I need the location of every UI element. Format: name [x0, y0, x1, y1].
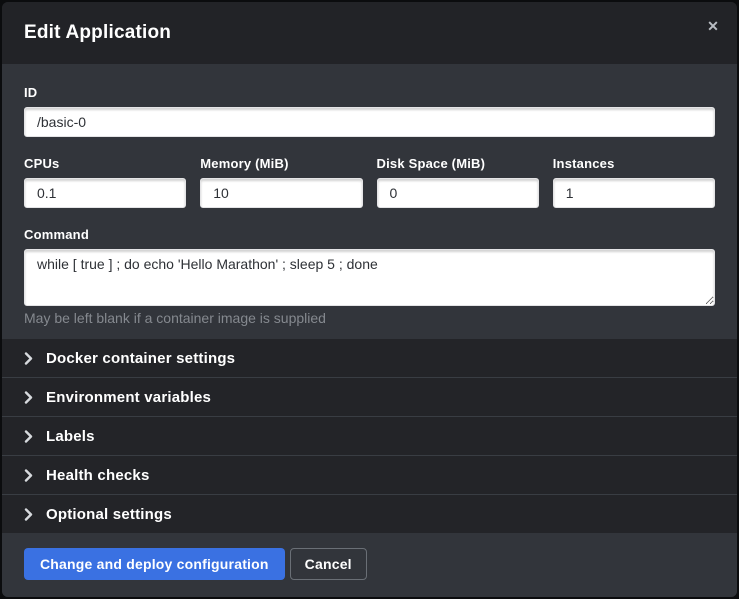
cpus-field-group: CPUs [24, 156, 186, 208]
modal-title: Edit Application [24, 22, 171, 44]
disk-label: Disk Space (MiB) [377, 156, 539, 171]
modal-footer: Change and deploy configuration Cancel [2, 533, 737, 597]
memory-field-group: Memory (MiB) [200, 156, 362, 208]
change-and-deploy-button[interactable]: Change and deploy configuration [24, 548, 285, 580]
modal-header: Edit Application ✕ [2, 2, 737, 64]
disk-field-group: Disk Space (MiB) [377, 156, 539, 208]
memory-label: Memory (MiB) [200, 156, 362, 171]
section-title: Health checks [46, 467, 149, 484]
chevron-right-icon [24, 469, 33, 482]
form-body: ID CPUs Memory (MiB) Disk Space (MiB) In… [2, 64, 737, 339]
cpus-label: CPUs [24, 156, 186, 171]
resources-row: CPUs Memory (MiB) Disk Space (MiB) Insta… [24, 156, 715, 208]
cancel-button[interactable]: Cancel [290, 548, 367, 580]
disk-input[interactable] [377, 178, 539, 208]
command-help-text: May be left blank if a container image i… [24, 310, 715, 327]
chevron-right-icon [24, 352, 33, 365]
chevron-right-icon [24, 430, 33, 443]
command-field-group: Command while [ true ] ; do echo 'Hello … [24, 227, 715, 327]
section-title: Labels [46, 428, 95, 445]
section-environment-variables[interactable]: Environment variables [2, 378, 737, 417]
command-textarea[interactable]: while [ true ] ; do echo 'Hello Marathon… [24, 249, 715, 306]
section-optional-settings[interactable]: Optional settings [2, 495, 737, 533]
memory-input[interactable] [200, 178, 362, 208]
instances-label: Instances [553, 156, 715, 171]
id-label: ID [24, 85, 715, 100]
cpus-input[interactable] [24, 178, 186, 208]
section-title: Docker container settings [46, 350, 235, 367]
id-input[interactable] [24, 107, 715, 137]
id-field-group: ID [24, 85, 715, 137]
collapsible-sections: Docker container settings Environment va… [2, 339, 737, 533]
section-health-checks[interactable]: Health checks [2, 456, 737, 495]
section-title: Optional settings [46, 506, 172, 523]
close-icon[interactable]: ✕ [703, 16, 723, 36]
command-label: Command [24, 227, 715, 242]
section-title: Environment variables [46, 389, 211, 406]
edit-application-modal: Edit Application ✕ ID CPUs Memory (MiB) … [2, 2, 737, 597]
instances-field-group: Instances [553, 156, 715, 208]
chevron-right-icon [24, 391, 33, 404]
section-labels[interactable]: Labels [2, 417, 737, 456]
instances-input[interactable] [553, 178, 715, 208]
chevron-right-icon [24, 508, 33, 521]
section-docker-container-settings[interactable]: Docker container settings [2, 339, 737, 378]
